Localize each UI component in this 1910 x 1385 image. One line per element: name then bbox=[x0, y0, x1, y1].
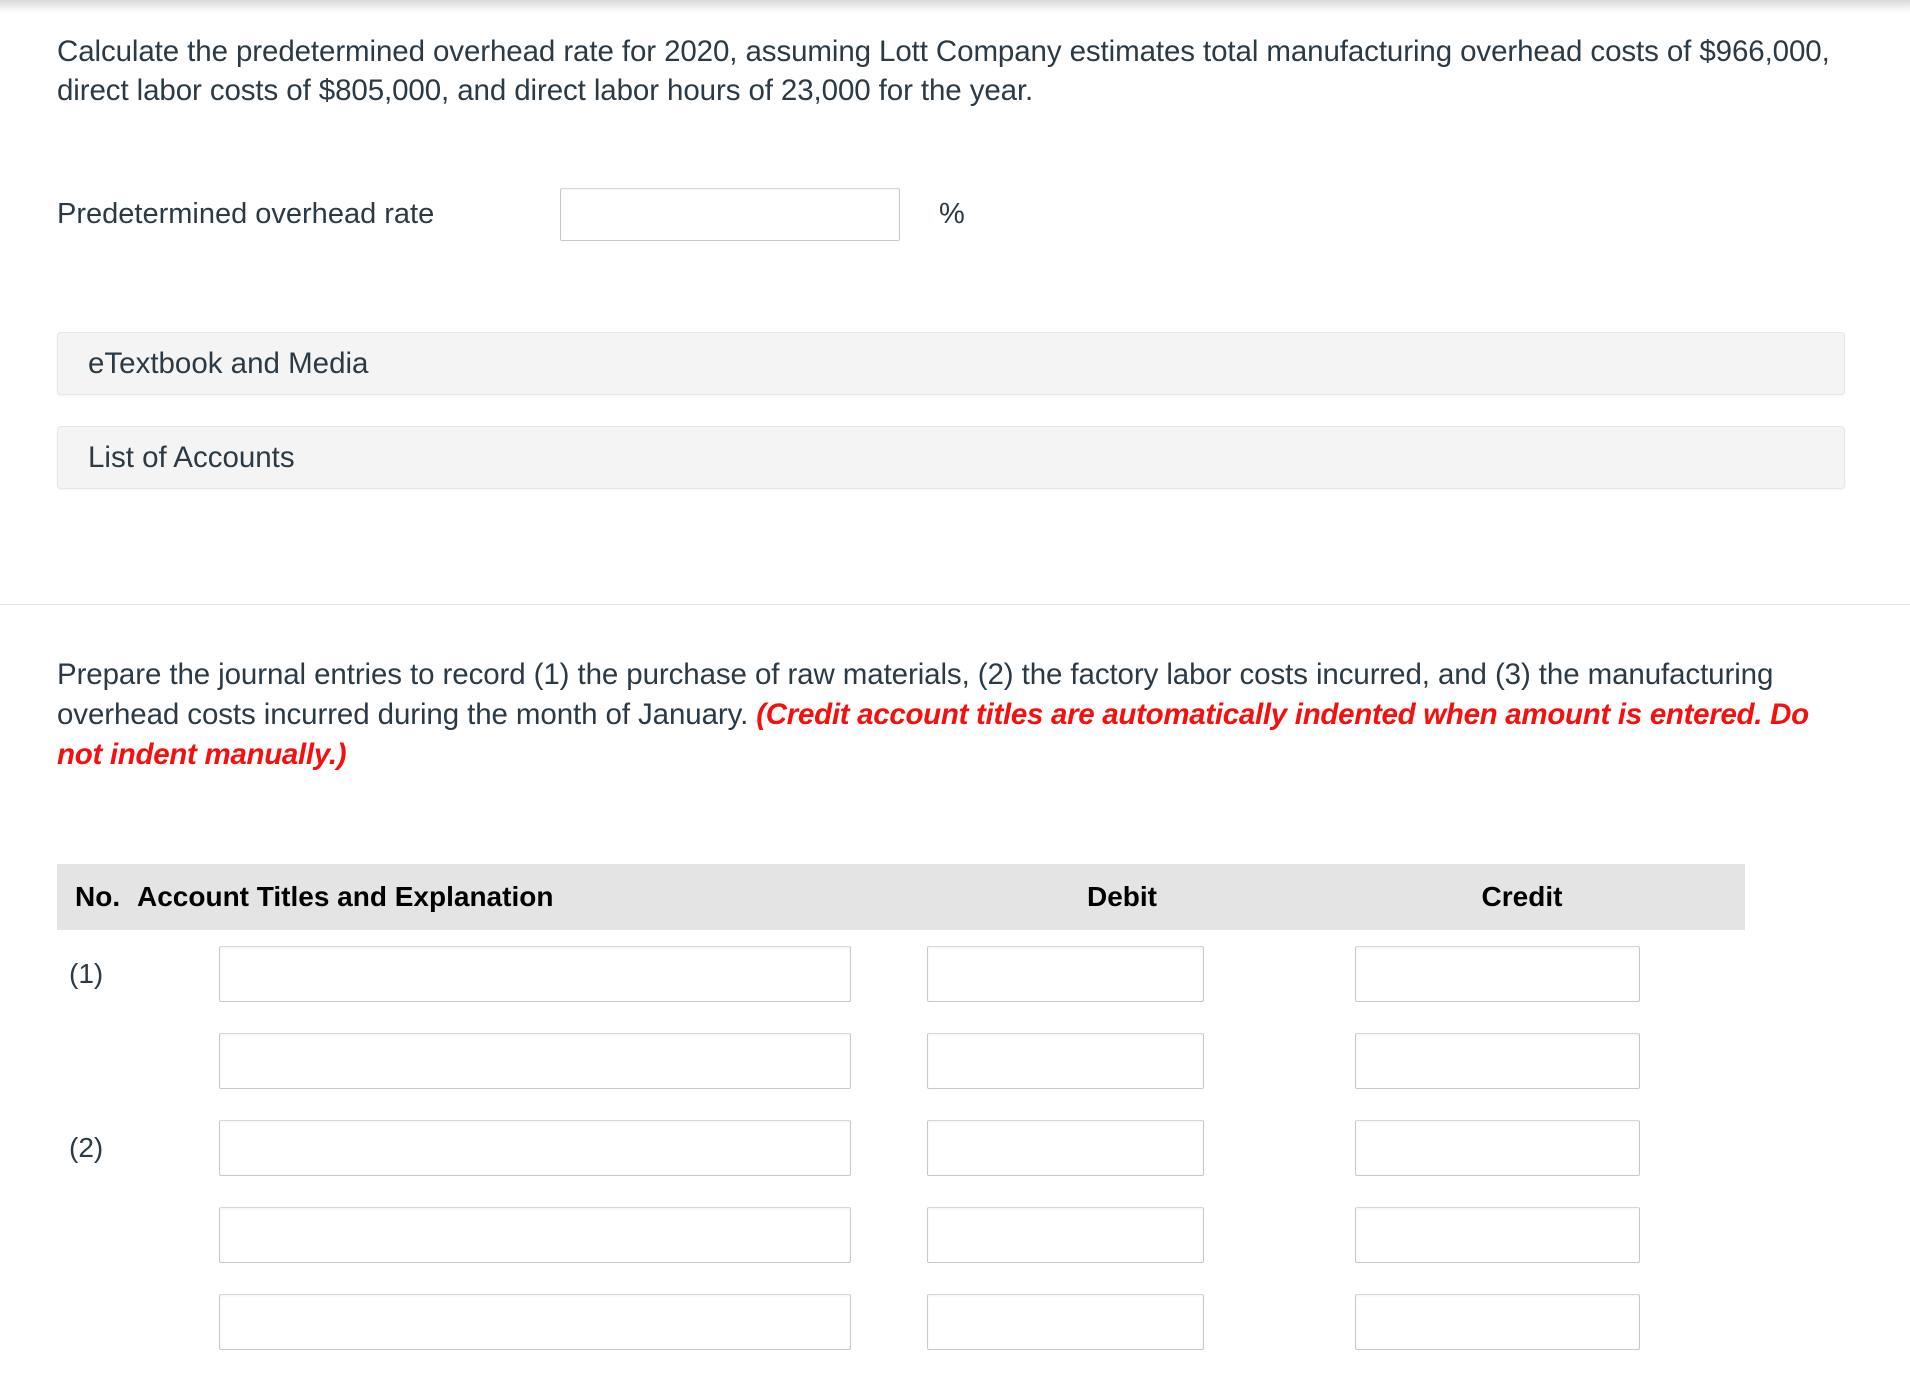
credit-cell bbox=[1317, 945, 1727, 1002]
percent-symbol: % bbox=[939, 197, 965, 230]
credit-input[interactable] bbox=[1355, 1293, 1640, 1350]
etextbook-and-media-label: eTextbook and Media bbox=[88, 346, 369, 380]
table-row: (1) bbox=[57, 930, 1745, 1017]
table-row: (2) bbox=[57, 1104, 1745, 1191]
predetermined-rate-label: Predetermined overhead rate bbox=[57, 197, 435, 230]
question-2-section: Prepare the journal entries to record (1… bbox=[0, 655, 1910, 774]
account-cell bbox=[137, 945, 927, 1002]
credit-input[interactable] bbox=[1355, 945, 1640, 1002]
debit-cell bbox=[927, 945, 1317, 1002]
row-number: (2) bbox=[69, 1131, 104, 1163]
account-cell bbox=[137, 1293, 927, 1350]
debit-input[interactable] bbox=[927, 1119, 1204, 1176]
top-shadow-strip bbox=[0, 0, 1910, 14]
table-row bbox=[57, 1278, 1745, 1365]
account-title-input[interactable] bbox=[219, 945, 851, 1002]
account-title-input[interactable] bbox=[219, 1293, 851, 1350]
question-2-prompt: Prepare the journal entries to record (1… bbox=[0, 655, 1910, 774]
credit-cell bbox=[1317, 1119, 1727, 1176]
credit-input[interactable] bbox=[1355, 1119, 1640, 1176]
account-title-input[interactable] bbox=[219, 1206, 851, 1263]
assignment-page: Calculate the predetermined overhead rat… bbox=[0, 0, 1910, 1385]
table-row bbox=[57, 1017, 1745, 1104]
predetermined-rate-input[interactable] bbox=[560, 187, 900, 241]
row-number: (1) bbox=[69, 957, 104, 989]
debit-input[interactable] bbox=[927, 1293, 1204, 1350]
journal-entry-table: No. Account Titles and Explanation Debit… bbox=[57, 864, 1745, 1365]
section-divider bbox=[0, 604, 1910, 605]
account-cell bbox=[137, 1119, 927, 1176]
etextbook-and-media-panel[interactable]: eTextbook and Media bbox=[57, 332, 1845, 395]
debit-cell bbox=[927, 1032, 1317, 1089]
account-cell bbox=[137, 1032, 927, 1089]
table-row bbox=[57, 1191, 1745, 1278]
header-debit: Debit bbox=[1087, 881, 1157, 912]
predetermined-rate-row: Predetermined overhead rate % bbox=[0, 186, 1910, 242]
account-title-input[interactable] bbox=[219, 1032, 851, 1089]
credit-input[interactable] bbox=[1355, 1032, 1640, 1089]
list-of-accounts-label: List of Accounts bbox=[88, 440, 295, 474]
credit-cell bbox=[1317, 1032, 1727, 1089]
list-of-accounts-panel[interactable]: List of Accounts bbox=[57, 426, 1845, 489]
header-credit: Credit bbox=[1481, 881, 1563, 912]
debit-input[interactable] bbox=[927, 1206, 1204, 1263]
header-account: Account Titles and Explanation bbox=[137, 881, 554, 912]
debit-cell bbox=[927, 1293, 1317, 1350]
credit-cell bbox=[1317, 1293, 1727, 1350]
debit-cell bbox=[927, 1119, 1317, 1176]
account-title-input[interactable] bbox=[219, 1119, 851, 1176]
debit-input[interactable] bbox=[927, 1032, 1204, 1089]
debit-input[interactable] bbox=[927, 945, 1204, 1002]
credit-cell bbox=[1317, 1206, 1727, 1263]
debit-cell bbox=[927, 1206, 1317, 1263]
credit-input[interactable] bbox=[1355, 1206, 1640, 1263]
header-no: No. bbox=[75, 881, 121, 912]
table-header-row: No. Account Titles and Explanation Debit… bbox=[57, 864, 1745, 930]
account-cell bbox=[137, 1206, 927, 1263]
question-1-section: Calculate the predetermined overhead rat… bbox=[0, 14, 1910, 242]
question-1-prompt: Calculate the predetermined overhead rat… bbox=[57, 35, 1830, 108]
